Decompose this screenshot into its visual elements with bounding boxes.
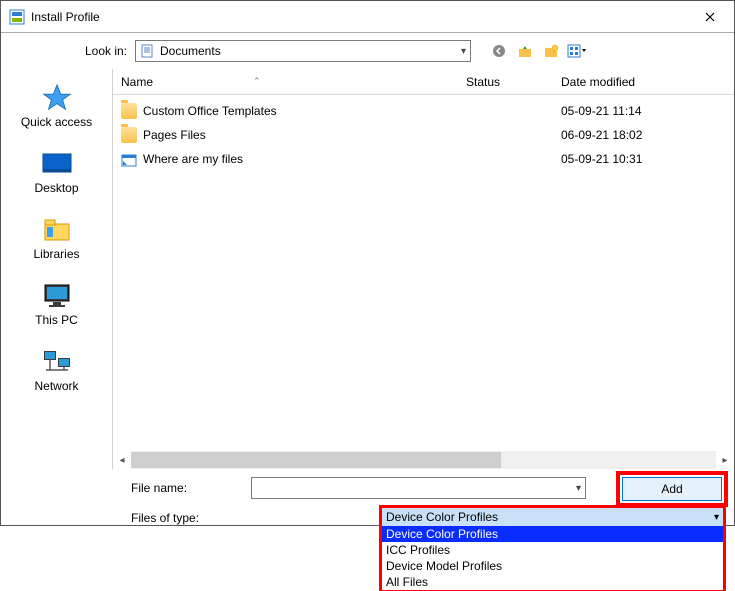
filetype-option[interactable]: Device Model Profiles bbox=[382, 558, 723, 574]
file-date: 06-09-21 18:02 bbox=[561, 128, 726, 142]
window-title: Install Profile bbox=[31, 10, 100, 24]
place-label: This PC bbox=[35, 313, 78, 327]
titlebar: Install Profile bbox=[1, 1, 734, 33]
bottom-panel: File name: ▾ Files of type: Device Color… bbox=[1, 469, 734, 525]
filename-label: File name: bbox=[131, 481, 251, 495]
folder-icon bbox=[121, 127, 137, 143]
filetype-row: Files of type: Device Color Profiles ▾ D… bbox=[131, 511, 724, 525]
quick-access-icon bbox=[39, 83, 75, 113]
filetype-option[interactable]: Device Color Profiles bbox=[382, 526, 723, 542]
lookin-toolbar: Look in: Documents ▾ bbox=[1, 33, 734, 69]
place-label: Network bbox=[34, 379, 78, 393]
file-date: 05-09-21 10:31 bbox=[561, 152, 726, 166]
list-item[interactable]: Custom Office Templates 05-09-21 11:14 bbox=[113, 99, 734, 123]
list-item[interactable]: Pages Files 06-09-21 18:02 bbox=[113, 123, 734, 147]
file-list-pane: Name ⌃ Status Date modified Custom Offic… bbox=[113, 69, 734, 469]
this-pc-icon bbox=[39, 281, 75, 311]
filetype-selected[interactable]: Device Color Profiles ▾ bbox=[382, 508, 723, 526]
column-headers: Name ⌃ Status Date modified bbox=[113, 69, 734, 95]
place-label: Quick access bbox=[21, 115, 92, 129]
scroll-thumb[interactable] bbox=[131, 452, 501, 468]
file-name: Custom Office Templates bbox=[143, 104, 277, 118]
place-network[interactable]: Network bbox=[1, 343, 112, 397]
col-header-status[interactable]: Status bbox=[466, 75, 561, 89]
file-name: Where are my files bbox=[143, 152, 243, 166]
chevron-down-icon: ▾ bbox=[714, 512, 719, 523]
file-name: Pages Files bbox=[143, 128, 206, 142]
filename-input[interactable]: ▾ bbox=[251, 477, 586, 499]
lookin-value: Documents bbox=[160, 44, 461, 58]
filetype-value: Device Color Profiles bbox=[386, 510, 498, 524]
file-list[interactable]: Custom Office Templates 05-09-21 11:14 P… bbox=[113, 95, 734, 451]
add-button-highlight: Add bbox=[620, 475, 724, 503]
documents-icon bbox=[140, 44, 154, 58]
places-bar: Quick access Desktop Libraries This PC N… bbox=[1, 69, 113, 469]
network-icon bbox=[39, 347, 75, 377]
filetype-option[interactable]: ICC Profiles bbox=[382, 542, 723, 558]
scroll-right-button[interactable]: ▸ bbox=[716, 451, 734, 469]
place-this-pc[interactable]: This PC bbox=[1, 277, 112, 331]
shortcut-icon bbox=[121, 151, 137, 167]
desktop-icon bbox=[39, 149, 75, 179]
folder-icon bbox=[121, 103, 137, 119]
col-header-date[interactable]: Date modified bbox=[561, 75, 726, 89]
up-one-level-button[interactable] bbox=[515, 41, 535, 61]
chevron-down-icon: ▾ bbox=[461, 46, 466, 57]
list-item[interactable]: Where are my files 05-09-21 10:31 bbox=[113, 147, 734, 171]
file-date: 05-09-21 11:14 bbox=[561, 104, 726, 118]
new-folder-button[interactable] bbox=[541, 41, 561, 61]
col-header-name[interactable]: Name ⌃ bbox=[121, 75, 466, 89]
back-button[interactable] bbox=[489, 41, 509, 61]
place-libraries[interactable]: Libraries bbox=[1, 211, 112, 265]
libraries-icon bbox=[39, 215, 75, 245]
place-quick-access[interactable]: Quick access bbox=[1, 79, 112, 133]
horizontal-scrollbar[interactable]: ◂ ▸ bbox=[113, 451, 734, 469]
scroll-track[interactable] bbox=[131, 451, 716, 469]
place-desktop[interactable]: Desktop bbox=[1, 145, 112, 199]
filetype-option-list: Device Color Profiles ICC Profiles Devic… bbox=[382, 526, 723, 590]
view-menu-button[interactable] bbox=[567, 41, 587, 61]
filetype-highlight: Device Color Profiles ▾ Device Color Pro… bbox=[381, 507, 724, 591]
lookin-combo[interactable]: Documents ▾ bbox=[135, 40, 471, 62]
filetype-option[interactable]: All Files bbox=[382, 574, 723, 590]
lookin-label: Look in: bbox=[41, 44, 127, 58]
filetype-label: Files of type: bbox=[131, 511, 251, 525]
scroll-left-button[interactable]: ◂ bbox=[113, 451, 131, 469]
sort-indicator-icon: ⌃ bbox=[253, 76, 261, 87]
filetype-combo[interactable]: Device Color Profiles ▾ Device Color Pro… bbox=[381, 507, 724, 591]
app-icon bbox=[9, 9, 25, 25]
place-label: Desktop bbox=[34, 181, 78, 195]
chevron-down-icon: ▾ bbox=[576, 483, 581, 494]
col-header-name-label: Name bbox=[121, 75, 153, 89]
close-button[interactable] bbox=[688, 2, 732, 32]
place-label: Libraries bbox=[33, 247, 79, 261]
add-button[interactable]: Add bbox=[622, 477, 722, 501]
